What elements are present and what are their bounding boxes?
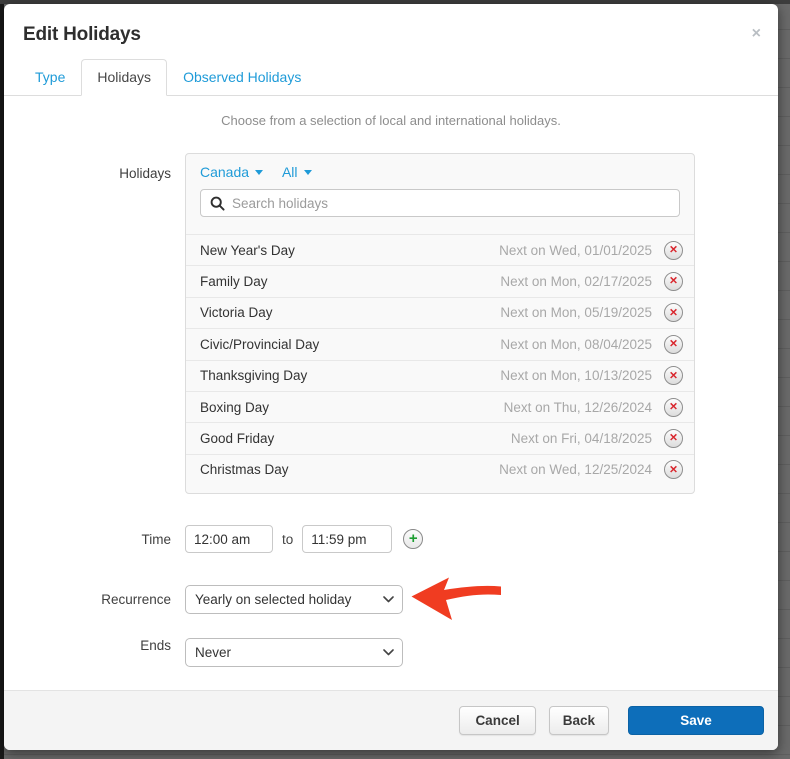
cancel-button[interactable]: Cancel (459, 706, 536, 735)
holiday-next-date: Next on Mon, 08/04/2025 (500, 336, 652, 352)
delete-holiday-icon[interactable]: ✕ (664, 397, 683, 417)
holiday-name: Victoria Day (200, 305, 273, 321)
time-label: Time (141, 531, 172, 547)
ends-select-wrap: Never (185, 638, 403, 668)
recurrence-label: Recurrence (101, 592, 171, 608)
holiday-row: Thanksgiving Day Next on Mon, 10/13/2025 ✕ (186, 359, 694, 391)
holiday-next-date: Next on Mon, 02/17/2025 (500, 274, 652, 290)
delete-holiday-icon[interactable]: ✕ (664, 272, 683, 292)
holiday-filters: Canada All (186, 164, 694, 180)
delete-holiday-icon[interactable]: ✕ (664, 303, 683, 323)
close-icon[interactable]: × (748, 24, 765, 44)
holiday-name: Christmas Day (200, 462, 289, 478)
subtitle: Choose from a selection of local and int… (221, 113, 561, 128)
holidays-panel: Canada All New Year's Day Next on Wed, 01… (185, 153, 695, 495)
scope-filter-dropdown[interactable]: All (282, 164, 312, 180)
recurrence-controls: Yearly on selected holiday (185, 577, 501, 621)
holiday-row: Christmas Day Next on Wed, 12/25/2024 ✕ (186, 453, 694, 485)
recurrence-select[interactable]: Yearly on selected holiday (185, 585, 403, 615)
holiday-next-date: Next on Mon, 10/13/2025 (500, 368, 652, 384)
holiday-list: New Year's Day Next on Wed, 01/01/2025 ✕ Fa… (186, 234, 694, 485)
end-time-input[interactable] (302, 525, 393, 554)
holiday-next-date: Next on Fri, 04/18/2025 (510, 431, 652, 447)
back-button[interactable]: Back (548, 706, 609, 735)
holiday-row: Good Friday Next on Fri, 04/18/2025 ✕ (186, 422, 694, 453)
to-label: to (282, 531, 294, 547)
holiday-name: Good Friday (200, 431, 275, 447)
holiday-next-date: Next on Mon, 05/19/2025 (500, 305, 652, 321)
holiday-name: Civic/Provincial Day (200, 336, 320, 352)
ends-select[interactable]: Never (185, 638, 403, 668)
holidays-form-row: Holidays Canada All New Year's Day Next o… (19, 153, 763, 495)
start-time-input[interactable] (185, 525, 273, 554)
holiday-row: Victoria Day Next on Mon, 05/19/2025 ✕ (186, 296, 694, 328)
save-button[interactable]: Save (628, 706, 764, 735)
holiday-row: New Year's Day Next on Wed, 01/01/2025 ✕ (186, 234, 694, 265)
delete-holiday-icon[interactable]: ✕ (664, 334, 683, 354)
country-filter-label: Canada (200, 164, 250, 180)
add-time-icon[interactable]: + (403, 529, 424, 550)
country-filter-dropdown[interactable]: Canada (200, 164, 264, 180)
holiday-row: Civic/Provincial Day Next on Mon, 08/04/2… (186, 328, 694, 359)
time-form-row: Time to + (19, 525, 763, 554)
recurrence-form-row: Recurrence Yearly on selected holiday (19, 577, 763, 621)
holiday-row: Family Day Next on Mon, 02/17/2025 ✕ (186, 265, 694, 296)
tab-holidays[interactable]: Holidays (81, 59, 168, 96)
caret-down-icon (255, 169, 264, 175)
edit-holidays-modal: Edit Holidays × Type Holidays Observed H… (4, 4, 778, 750)
delete-holiday-icon[interactable]: ✕ (664, 366, 683, 386)
holidays-label: Holidays (119, 166, 171, 181)
holiday-name: Family Day (200, 274, 268, 290)
holiday-name: Boxing Day (200, 399, 270, 415)
modal-footer: Cancel Back Save (4, 690, 778, 750)
modal-body: Choose from a selection of local and int… (4, 96, 778, 690)
delete-holiday-icon[interactable]: ✕ (664, 460, 683, 480)
ends-label: Ends (140, 638, 171, 654)
delete-holiday-icon[interactable]: ✕ (664, 240, 683, 260)
recurrence-select-wrap: Yearly on selected holiday (185, 585, 403, 615)
search-bar (200, 189, 680, 217)
modal-header: Edit Holidays × (4, 4, 778, 46)
search-input[interactable] (200, 189, 680, 217)
tab-type[interactable]: Type (19, 59, 81, 96)
tab-bar: Type Holidays Observed Holidays (4, 59, 778, 96)
holiday-next-date: Next on Wed, 12/25/2024 (499, 462, 652, 478)
tab-observed-holidays[interactable]: Observed Holidays (167, 59, 317, 96)
caret-down-icon (303, 169, 312, 175)
ends-form-row: Ends Never (19, 638, 763, 668)
holiday-name: Thanksgiving Day (200, 368, 308, 384)
holiday-next-date: Next on Thu, 12/26/2024 (503, 399, 652, 415)
holiday-next-date: Next on Wed, 01/01/2025 (499, 242, 652, 258)
search-icon (210, 196, 225, 211)
annotation-arrow-icon (411, 577, 501, 621)
modal-title: Edit Holidays (23, 24, 141, 45)
delete-holiday-icon[interactable]: ✕ (664, 429, 683, 449)
holiday-row: Boxing Day Next on Thu, 12/26/2024 ✕ (186, 390, 694, 422)
time-controls: to + (185, 525, 424, 554)
holiday-name: New Year's Day (200, 242, 295, 258)
scope-filter-label: All (281, 164, 298, 180)
